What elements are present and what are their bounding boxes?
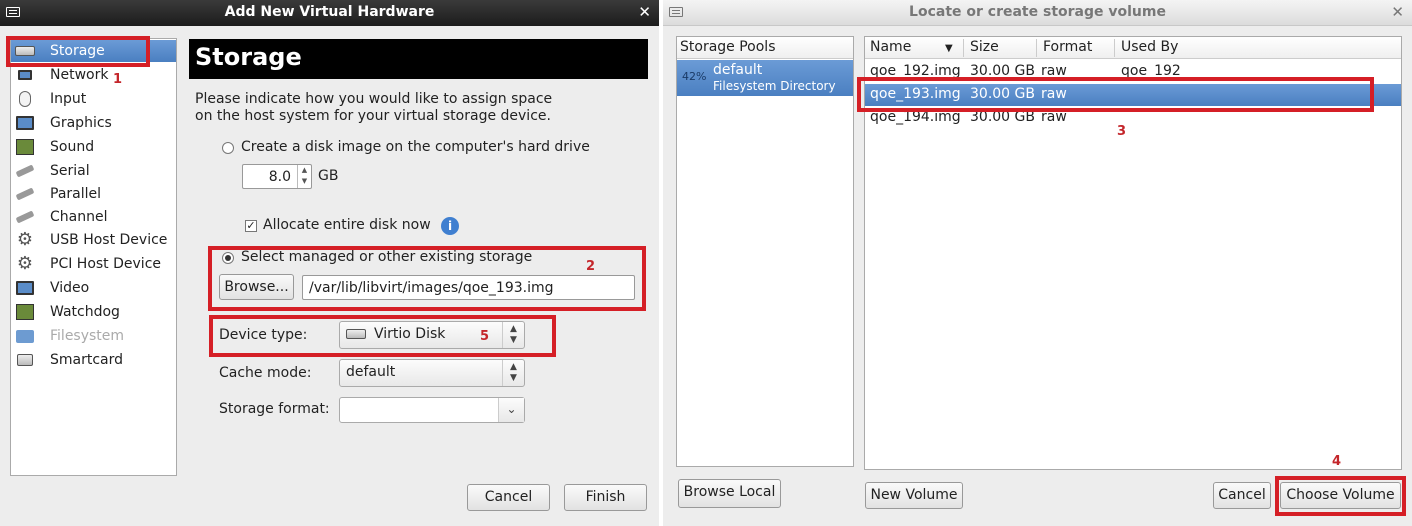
page-title: Storage — [189, 39, 648, 79]
right-window-titlebar: Locate or create storage volume ✕ — [663, 0, 1412, 26]
annotation-number-2: 2 — [586, 259, 596, 274]
hw-item-usb-host-device[interactable]: ⚙ USB Host Device — [11, 229, 176, 251]
hw-item-filesystem: Filesystem — [11, 325, 176, 347]
column-size[interactable]: Size — [970, 39, 999, 55]
column-used-by[interactable]: Used By — [1121, 39, 1178, 55]
hw-item-label: Serial — [50, 163, 90, 179]
description-line-1: Please indicate how you would like to as… — [195, 91, 553, 107]
pool-percent: 42% — [682, 70, 707, 83]
hw-item-label: Filesystem — [50, 328, 125, 344]
annotation-number-4: 4 — [1332, 454, 1342, 469]
allocate-label: Allocate entire disk now — [263, 217, 431, 233]
description-line-2: on the host system for your virtual stor… — [195, 108, 551, 124]
hw-item-pci-host-device[interactable]: ⚙ PCI Host Device — [11, 253, 176, 275]
cancel-button[interactable]: Cancel — [1213, 482, 1271, 509]
new-volume-button[interactable]: New Volume — [865, 482, 963, 509]
chevron-down-icon[interactable]: ⌄ — [498, 398, 524, 422]
annotation-box-2 — [208, 246, 646, 311]
smartcard-icon — [14, 351, 36, 369]
hw-item-label: USB Host Device — [50, 232, 168, 248]
annotation-number-1: 1 — [113, 72, 123, 87]
hw-item-video[interactable]: Video — [11, 277, 176, 299]
storage-pools-list: Storage Pools 42% default Filesystem Dir… — [676, 36, 854, 467]
chevron-down-icon[interactable]: ▼ — [945, 43, 953, 54]
hw-item-label: Smartcard — [50, 352, 124, 368]
hw-item-watchdog[interactable]: Watchdog — [11, 301, 176, 323]
hw-item-label: Sound — [50, 139, 95, 155]
create-disk-radio[interactable] — [222, 142, 234, 154]
hw-item-label: Parallel — [50, 186, 102, 202]
spinner-arrows-icon[interactable]: ▲ ▼ — [297, 165, 311, 188]
hw-item-label: Network — [50, 67, 109, 83]
video-monitor-icon — [14, 279, 36, 297]
chevron-updown-icon: ▲ ▼ — [502, 360, 524, 386]
left-window-titlebar: Add New Virtual Hardware ✕ — [0, 0, 659, 26]
folder-icon — [14, 327, 36, 345]
monitor-icon — [14, 114, 36, 132]
hw-item-input[interactable]: Input — [11, 88, 176, 110]
hw-item-label: Input — [50, 91, 87, 107]
disk-size-unit: GB — [318, 168, 339, 184]
pci-gear-icon: ⚙ — [16, 253, 34, 274]
hw-item-label: Graphics — [50, 115, 112, 131]
cache-mode-select[interactable]: default ▲ ▼ — [339, 359, 525, 387]
hw-item-smartcard[interactable]: Smartcard — [11, 349, 176, 371]
hw-item-label: PCI Host Device — [50, 256, 162, 272]
hw-item-parallel[interactable]: Parallel — [11, 183, 176, 205]
hw-item-sound[interactable]: Sound — [11, 136, 176, 158]
column-format[interactable]: Format — [1043, 39, 1092, 55]
create-disk-label: Create a disk image on the computer's ha… — [241, 139, 590, 155]
info-icon: i — [441, 217, 459, 235]
browse-local-button[interactable]: Browse Local — [678, 479, 781, 508]
volumes-table-header: Name ▼ Size Format Used By — [865, 37, 1401, 59]
disk-size-spinner[interactable]: 8.0 ▲ ▼ — [242, 164, 312, 189]
watchdog-chip-icon — [14, 303, 36, 321]
serial-plug-icon — [14, 162, 36, 180]
usb-gear-icon: ⚙ — [16, 229, 34, 250]
hw-item-serial[interactable]: Serial — [11, 160, 176, 182]
right-window-close-icon[interactable]: ✕ — [1391, 3, 1404, 21]
cache-mode-value: default — [346, 364, 396, 380]
annotation-number-5: 5 — [480, 329, 490, 344]
annotation-box-1 — [6, 36, 150, 67]
cache-mode-label: Cache mode: — [219, 365, 312, 381]
storage-format-label: Storage format: — [219, 401, 330, 417]
hw-item-graphics[interactable]: Graphics — [11, 112, 176, 134]
cancel-button[interactable]: Cancel — [467, 484, 550, 511]
hw-item-channel[interactable]: Channel — [11, 206, 176, 228]
pool-name: default — [713, 62, 763, 78]
annotation-box-4 — [1275, 476, 1406, 516]
hw-item-label: Watchdog — [50, 304, 120, 320]
pool-type: Filesystem Directory — [713, 79, 836, 93]
mouse-icon — [14, 90, 36, 108]
hw-item-label: Video — [50, 280, 90, 296]
hw-item-network[interactable]: Network — [11, 64, 176, 86]
right-window-title: Locate or create storage volume — [909, 4, 1166, 20]
sound-card-icon — [14, 138, 36, 156]
annotation-box-5 — [209, 315, 556, 357]
storage-format-combo[interactable]: ⌄ — [339, 397, 525, 423]
window-divider — [659, 0, 663, 526]
allocate-checkbox[interactable]: ✓ — [245, 220, 257, 232]
disk-size-value: 8.0 — [268, 169, 291, 185]
finish-button[interactable]: Finish — [564, 484, 647, 511]
annotation-box-3 — [857, 77, 1374, 112]
channel-plug-icon — [14, 208, 36, 226]
left-window-title: Add New Virtual Hardware — [224, 4, 435, 20]
parallel-plug-icon — [14, 185, 36, 203]
left-window-close-icon[interactable]: ✕ — [638, 3, 651, 21]
pool-row-default[interactable]: 42% default Filesystem Directory — [677, 60, 853, 96]
network-icon — [14, 66, 36, 84]
column-name[interactable]: Name — [870, 39, 911, 55]
hardware-list: Storage Network Input Graphics Sound Ser… — [10, 38, 177, 476]
annotation-number-3: 3 — [1117, 124, 1127, 139]
storage-pools-header: Storage Pools — [677, 37, 853, 59]
hw-item-label: Channel — [50, 209, 108, 225]
